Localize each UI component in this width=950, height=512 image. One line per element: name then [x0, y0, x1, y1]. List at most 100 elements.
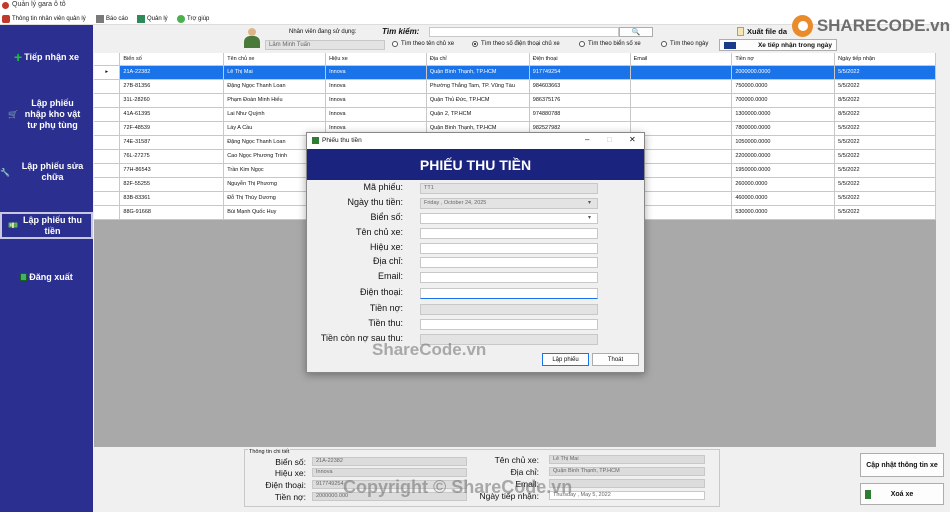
- table-cell[interactable]: 77H-86543: [119, 163, 225, 178]
- table-cell[interactable]: [630, 107, 733, 122]
- detail-email-field[interactable]: [549, 479, 705, 488]
- table-cell[interactable]: Lai Như Quỳnh: [223, 107, 327, 122]
- sidebar-item-tiep-nhan-xe[interactable]: + Tiếp nhận xe: [0, 49, 93, 65]
- table-cell[interactable]: 5/5/2022: [834, 177, 936, 192]
- paid-amount-field[interactable]: [420, 319, 598, 330]
- radio-search-by-plate[interactable]: Tìm theo biển số xe: [579, 41, 641, 47]
- table-cell[interactable]: 530000.0000: [731, 205, 836, 220]
- address-field[interactable]: [420, 257, 598, 268]
- radio-search-by-date[interactable]: Tìm theo ngày: [661, 41, 708, 47]
- table-cell[interactable]: 700000.0000: [731, 93, 836, 108]
- close-icon[interactable]: ✕: [629, 135, 636, 144]
- row-header[interactable]: [94, 205, 121, 220]
- detail-received-date-picker[interactable]: Thursday , May 5, 2022: [549, 491, 705, 500]
- menu-report[interactable]: Báo cáo: [96, 13, 128, 24]
- table-cell[interactable]: [630, 163, 733, 178]
- phone-field[interactable]: [420, 288, 598, 299]
- table-cell[interactable]: 5/5/2022: [834, 135, 936, 150]
- table-cell[interactable]: 82F-55255: [119, 177, 225, 192]
- row-header[interactable]: [94, 121, 121, 136]
- table-cell[interactable]: 41A-61395: [119, 107, 225, 122]
- detail-brand-field[interactable]: Innova: [312, 468, 467, 477]
- radio-search-by-owner[interactable]: Tìm theo tên chủ xe: [392, 41, 454, 47]
- table-cell[interactable]: 83B-83361: [119, 191, 225, 206]
- table-cell[interactable]: [630, 93, 733, 108]
- column-header[interactable]: Tiền nợ: [731, 53, 836, 66]
- today-vehicles-button[interactable]: Xe tiếp nhận trong ngày: [719, 39, 837, 51]
- table-cell[interactable]: Đặng Ngọc Thanh Loan: [223, 79, 327, 94]
- table-cell[interactable]: 2000000.0000: [731, 65, 836, 80]
- table-cell[interactable]: [630, 149, 733, 164]
- column-header[interactable]: Email: [630, 53, 733, 66]
- row-header[interactable]: [94, 191, 121, 206]
- table-cell[interactable]: [630, 191, 733, 206]
- table-cell[interactable]: 986375176: [529, 93, 631, 108]
- table-cell[interactable]: [630, 79, 733, 94]
- exit-button[interactable]: Thoát: [592, 353, 639, 366]
- table-cell[interactable]: 917749254: [529, 65, 631, 80]
- column-header[interactable]: Điện thoại: [529, 53, 631, 66]
- table-cell[interactable]: 5/5/2022: [834, 79, 936, 94]
- table-cell[interactable]: 1300000.0000: [731, 107, 836, 122]
- table-cell[interactable]: 460000.0000: [731, 191, 836, 206]
- row-header[interactable]: [94, 177, 121, 192]
- table-cell[interactable]: Quận Bình Thạnh, TP.HCM: [426, 65, 530, 80]
- table-cell[interactable]: 76L-27275: [119, 149, 225, 164]
- table-cell[interactable]: Quận 2, TP.HCM: [426, 107, 530, 122]
- row-header[interactable]: [94, 135, 121, 150]
- table-cell[interactable]: 31L-28260: [119, 93, 225, 108]
- column-header[interactable]: Tên chủ xe: [223, 53, 327, 66]
- update-vehicle-button[interactable]: Cập nhật thông tin xe: [860, 453, 944, 477]
- table-cell[interactable]: 984603663: [529, 79, 631, 94]
- menu-manage[interactable]: Quản lý: [137, 13, 168, 24]
- table-row[interactable]: 31L-28260 Phạm Đoàn Minh Hiếu Innova Quận T…: [94, 93, 936, 108]
- table-cell[interactable]: Quận Thủ Đức, TP.HCM: [426, 93, 530, 108]
- table-cell[interactable]: [630, 121, 733, 136]
- table-cell[interactable]: 7800000.0000: [731, 121, 836, 136]
- menu-employee-info[interactable]: Thông tin nhân viên quản lý: [2, 13, 86, 24]
- table-cell[interactable]: Innova: [325, 107, 427, 122]
- table-cell[interactable]: 5/5/2022: [834, 163, 936, 178]
- table-cell[interactable]: Innova: [325, 93, 427, 108]
- table-cell[interactable]: Phạm Đoàn Minh Hiếu: [223, 93, 327, 108]
- table-cell[interactable]: 1050000.0000: [731, 135, 836, 150]
- detail-owner-field[interactable]: Lê Thị Mai: [549, 455, 705, 464]
- table-cell[interactable]: 5/5/2022: [834, 121, 936, 136]
- table-cell[interactable]: Phường Thắng Tam, TP. Vũng Tàu: [426, 79, 530, 94]
- sidebar-item-sua-chua[interactable]: 🔧 Lập phiếu sửa chữa: [0, 161, 93, 182]
- row-header[interactable]: [94, 107, 121, 122]
- column-header[interactable]: Biển số: [119, 53, 225, 66]
- search-button[interactable]: 🔍: [619, 27, 653, 37]
- table-row[interactable]: ▸ 21A-22382 Lê Thị Mai Innova Quận Bình Thạn…: [94, 65, 936, 80]
- table-cell[interactable]: 5/5/2022: [834, 205, 936, 220]
- table-cell[interactable]: Innova: [325, 79, 427, 94]
- sidebar-item-thu-tien[interactable]: 💵 Lập phiếu thu tiền: [0, 212, 93, 239]
- delete-vehicle-button[interactable]: Xoá xe: [860, 483, 944, 505]
- brand-field[interactable]: [420, 243, 598, 254]
- row-header[interactable]: [94, 93, 121, 108]
- column-header[interactable]: Địa chỉ: [426, 53, 530, 66]
- table-cell[interactable]: Lê Thị Mai: [223, 65, 327, 80]
- plate-select[interactable]: [420, 213, 598, 224]
- table-cell[interactable]: 27B-81356: [119, 79, 225, 94]
- table-cell[interactable]: [630, 65, 733, 80]
- export-file-button[interactable]: Xuất file da: [737, 25, 787, 37]
- table-cell[interactable]: 88G-91668: [119, 205, 225, 220]
- row-header[interactable]: [94, 149, 121, 164]
- search-input[interactable]: [429, 27, 619, 37]
- detail-plate-field[interactable]: 21A-22382: [312, 457, 467, 466]
- radio-search-by-phone[interactable]: Tìm theo số điện thoại chủ xe: [472, 41, 560, 47]
- minimize-icon[interactable]: –: [585, 135, 589, 144]
- table-cell[interactable]: 21A-22382: [119, 65, 225, 80]
- table-cell[interactable]: 8/5/2022: [834, 107, 936, 122]
- table-cell[interactable]: 260000.0000: [731, 177, 836, 192]
- table-row[interactable]: 41A-61395 Lai Như Quỳnh Innova Quận 2, TP.H…: [94, 107, 936, 122]
- email-field[interactable]: [420, 272, 598, 283]
- table-cell[interactable]: 974880788: [529, 107, 631, 122]
- table-cell[interactable]: 74E-31587: [119, 135, 225, 150]
- create-receipt-button[interactable]: Lập phiếu: [542, 353, 589, 366]
- sidebar-item-nhap-kho[interactable]: 🛒 Lập phiếu nhập kho vật tư phụ tùng: [0, 95, 93, 133]
- table-cell[interactable]: 750000.0000: [731, 79, 836, 94]
- column-header[interactable]: Ngày tiếp nhận: [834, 53, 936, 66]
- table-cell[interactable]: [630, 205, 733, 220]
